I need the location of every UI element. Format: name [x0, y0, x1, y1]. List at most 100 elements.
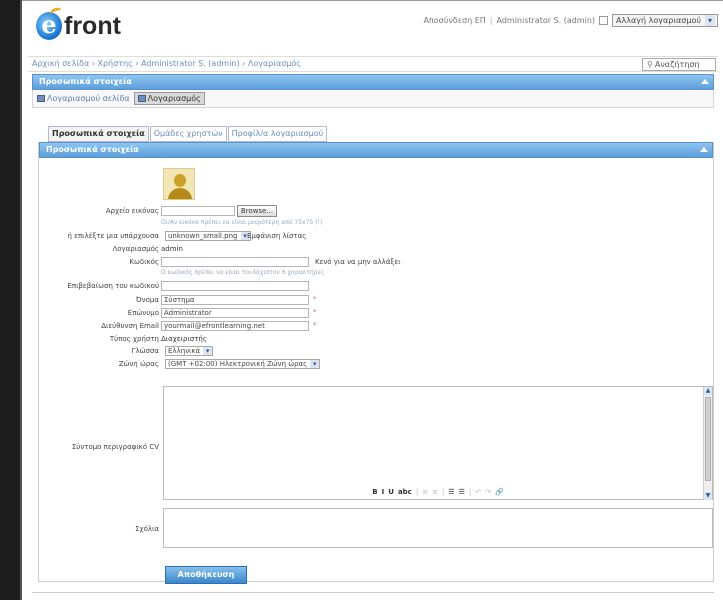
tab-personal-info[interactable]: Προσωπικά στοιχεία — [48, 126, 149, 142]
first-name-label: Όνομα — [136, 296, 159, 304]
confirm-password-field[interactable] — [161, 281, 309, 291]
language-label: Γλώσσα — [131, 347, 159, 355]
last-name-row: Επώνυμο Administrator * — [39, 308, 715, 320]
admin-user-link[interactable]: Administrator S. (admin) — [496, 16, 595, 25]
bullet-list-button[interactable]: ☰ — [448, 488, 454, 498]
link-icon[interactable]: 🔗 — [495, 488, 504, 498]
existing-image-row: ή επιλέξτε μια υπάρχουσα unknown_small.p… — [39, 231, 715, 243]
language-flag-icon[interactable] — [599, 16, 609, 25]
user-type-value: Διαχειριστής — [161, 335, 207, 343]
account-page-link[interactable]: Λογαριασμού σελίδα — [37, 94, 130, 103]
password-note: Κενό για να μην αλλάξει — [315, 258, 401, 266]
editor-toolbar: B I U abc | ≡ ≡ | ☰ ☰ | ↶ ↷ 🔗 — [163, 488, 713, 498]
outer-panel-header[interactable]: Προσωπικά στοιχεία — [32, 74, 714, 90]
last-name-field[interactable]: Administrator — [161, 308, 309, 318]
avatar-file-row: Αρχείο εικόνας Browse... — [39, 205, 715, 218]
logout-link[interactable]: Αποσύνδεση ΕΠ — [423, 16, 485, 25]
collapse-icon[interactable] — [700, 147, 708, 152]
save-button[interactable]: Αποθήκευση — [165, 566, 247, 584]
avatar — [163, 168, 195, 200]
existing-image-select[interactable]: unknown_small.png — [165, 231, 251, 241]
tab-account-profile[interactable]: Προφίλ/α λογαριασμού — [227, 126, 328, 142]
avatar-file-label: Αρχείο εικόνας — [105, 207, 159, 215]
required-marker: * — [313, 295, 317, 303]
align-left-button[interactable]: ≡ — [422, 488, 428, 498]
timezone-row: Ζώνη ώρας (GMT +02:00) Ηλεκτρονική Ζώνη … — [39, 359, 715, 371]
tab-user-groups[interactable]: Ομάδες χρηστών — [149, 126, 227, 142]
outer-toolbar: Λογαριασμού σελίδα Λογαριασμός — [32, 90, 714, 108]
cv-label: Σύντομο περιγραφικό CV — [71, 443, 159, 451]
italic-button[interactable]: I — [382, 488, 385, 498]
strikethrough-button[interactable]: abc — [398, 488, 412, 498]
scroll-up-icon[interactable]: ▲ — [704, 387, 712, 395]
password-row: Κωδικός Κενό για να μην αλλάξει — [39, 257, 715, 269]
role-select[interactable]: Αλλαγή λογαριασμού — [612, 14, 718, 27]
search-icon: ⚲ — [647, 60, 653, 69]
inner-panel-header[interactable]: Προσωπικά στοιχεία — [39, 142, 713, 158]
language-row: Γλώσσα Ελληνικά — [39, 346, 715, 358]
comments-label: Σχόλια — [135, 525, 159, 533]
window-left-frame — [0, 0, 22, 600]
window-frame-edge — [20, 0, 22, 600]
account-label: Λογαριασμός — [112, 245, 159, 253]
breadcrumb[interactable]: Αρχική σελίδα › Χρήστης › Administrator … — [32, 59, 301, 68]
toolbar-separator: | — [441, 488, 445, 496]
account-row: Λογαριασμός admin — [39, 244, 715, 256]
required-marker: * — [313, 321, 317, 329]
avatar-file-input[interactable] — [161, 206, 235, 216]
scroll-thumb[interactable] — [705, 397, 711, 481]
email-label: Διεύθυνση Email — [101, 322, 159, 330]
password-hint-row: Ο κωδικός πρέπει να είναι τουλάχιστον 6 … — [39, 269, 715, 281]
tab-bar: Προσωπικά στοιχεία Ομάδες χρηστών Προφίλ… — [48, 126, 714, 142]
page-icon — [37, 95, 45, 102]
existing-image-label: ή επιλέξτε μια υπάρχουσα — [67, 232, 160, 240]
required-marker: * — [313, 308, 317, 316]
top-rule — [22, 0, 723, 1]
outer-panel-title: Προσωπικά στοιχεία — [39, 77, 132, 86]
password-field[interactable] — [161, 257, 309, 267]
logo[interactable]: e front — [36, 8, 121, 40]
user-type-row: Τύπος χρήστη Διαχειριστής — [39, 334, 715, 346]
numbered-list-button[interactable]: ☰ — [459, 488, 465, 498]
collapse-icon[interactable] — [701, 79, 709, 84]
logo-text: front — [64, 12, 121, 40]
align-center-button[interactable]: ≡ — [432, 488, 438, 498]
account-value: admin — [161, 245, 183, 253]
cv-row: Σύντομο περιγραφικό CV — [39, 442, 715, 454]
inner-panel-title: Προσωπικά στοιχεία — [46, 145, 139, 154]
top-links: Αποσύνδεση ΕΠ | Administrator S. (admin)… — [423, 14, 718, 27]
password-label: Κωδικός — [129, 258, 159, 266]
undo-button[interactable]: ↶ — [475, 488, 481, 498]
email-row: Διεύθυνση Email yourmail@efrontlearning.… — [39, 321, 715, 333]
avatar-head — [174, 174, 186, 187]
efront-app: e front Αποσύνδεση ΕΠ | Administrator S.… — [28, 6, 718, 600]
last-name-label: Επώνυμο — [127, 309, 159, 317]
language-select[interactable]: Ελληνικά — [165, 346, 214, 356]
account-button[interactable]: Λογαριασμός — [133, 92, 205, 105]
bold-button[interactable]: B — [372, 488, 377, 498]
browse-button[interactable]: Browse... — [237, 205, 277, 217]
email-field[interactable]: yourmail@efrontlearning.net — [161, 321, 309, 331]
confirm-password-row: Επιβεβαίωση του κωδικού — [39, 281, 715, 293]
timezone-select[interactable]: (GMT +02:00) Ηλεκτρονική Ζώνη ώρας — [165, 359, 321, 369]
account-icon — [137, 95, 146, 102]
show-list-link[interactable]: Εμφάνιση λίστας — [247, 232, 306, 240]
logo-e-icon: e — [36, 12, 62, 40]
avatar-hint: Οι/Αν εικόνα πρέπει να είναι μικρότερη α… — [161, 219, 323, 226]
tabs-area: Προσωπικά στοιχεία Ομάδες χρηστών Προφίλ… — [32, 126, 714, 142]
avatar-hint-row: Οι/Αν εικόνα πρέπει να είναι μικρότερη α… — [39, 219, 715, 231]
redo-button[interactable]: ↷ — [485, 488, 491, 498]
search-input[interactable]: ⚲ Αναζήτηση — [642, 58, 716, 71]
breadcrumb-row: Αρχική σελίδα › Χρήστης › Administrator … — [28, 56, 718, 72]
outer-panel: Προσωπικά στοιχεία Λογαριασμού σελίδα Λο… — [32, 74, 714, 108]
header: e front Αποσύνδεση ΕΠ | Administrator S.… — [28, 6, 718, 54]
first-name-field[interactable]: Σύστημα — [161, 295, 309, 305]
first-name-row: Όνομα Σύστημα * — [39, 295, 715, 307]
toolbar-separator: | — [468, 488, 472, 496]
avatar-body — [168, 188, 192, 199]
inner-panel: Προσωπικά στοιχεία Αρχείο εικόνας Browse… — [38, 142, 715, 584]
underline-button[interactable]: U — [388, 488, 394, 498]
password-hint: Ο κωδικός πρέπει να είναι τουλάχιστον 6 … — [161, 269, 325, 276]
user-type-label: Τύπος χρήστη — [109, 335, 159, 343]
confirm-password-label: Επιβεβαίωση του κωδικού — [67, 282, 159, 290]
